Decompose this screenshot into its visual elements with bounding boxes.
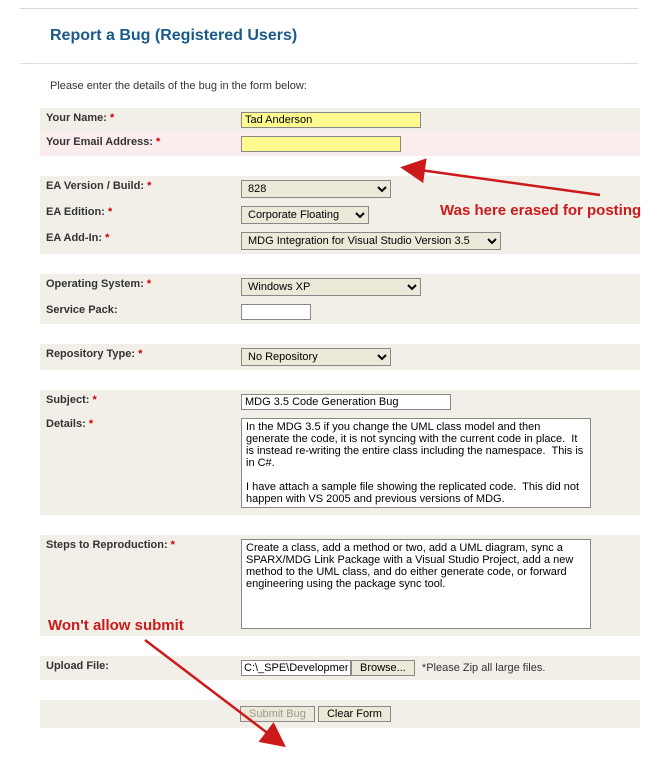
clear-button[interactable]: Clear Form xyxy=(318,706,391,722)
label-version: EA Version / Build: * xyxy=(40,176,235,202)
sp-input[interactable] xyxy=(241,304,311,320)
submit-button[interactable]: Submit Bug xyxy=(240,706,315,722)
intro-text: Please enter the details of the bug in t… xyxy=(0,64,658,108)
label-email: Your Email Address: * xyxy=(40,132,235,156)
page-title: Report a Bug (Registered Users) xyxy=(0,9,658,63)
name-input[interactable] xyxy=(241,112,421,128)
steps-textarea[interactable] xyxy=(241,539,591,629)
addin-select[interactable]: MDG Integration for Visual Studio Versio… xyxy=(241,232,501,250)
upload-note: *Please Zip all large files. xyxy=(422,662,546,674)
label-upload: Upload File: xyxy=(40,656,235,680)
label-edition: EA Edition: * xyxy=(40,202,235,228)
details-textarea[interactable] xyxy=(241,418,591,508)
label-os: Operating System: * xyxy=(40,274,235,300)
subject-input[interactable] xyxy=(241,394,451,410)
label-sp: Service Pack: xyxy=(40,300,235,324)
label-name: Your Name: * xyxy=(40,108,235,132)
label-steps: Steps to Reproduction: * xyxy=(40,535,235,636)
bug-form: Your Name: * Your Email Address: * EA Ve… xyxy=(40,108,640,728)
edition-select[interactable]: Corporate Floating xyxy=(241,206,369,224)
os-select[interactable]: Windows XP xyxy=(241,278,421,296)
label-addin: EA Add-In: * xyxy=(40,228,235,254)
label-subject: Subject: * xyxy=(40,390,235,414)
repo-select[interactable]: No Repository xyxy=(241,348,391,366)
label-repo: Repository Type: * xyxy=(40,344,235,370)
upload-path-input[interactable] xyxy=(241,660,351,676)
browse-button[interactable]: Browse... xyxy=(351,660,415,676)
email-input[interactable] xyxy=(241,136,401,152)
version-select[interactable]: 828 xyxy=(241,180,391,198)
label-details: Details: * xyxy=(40,414,235,515)
